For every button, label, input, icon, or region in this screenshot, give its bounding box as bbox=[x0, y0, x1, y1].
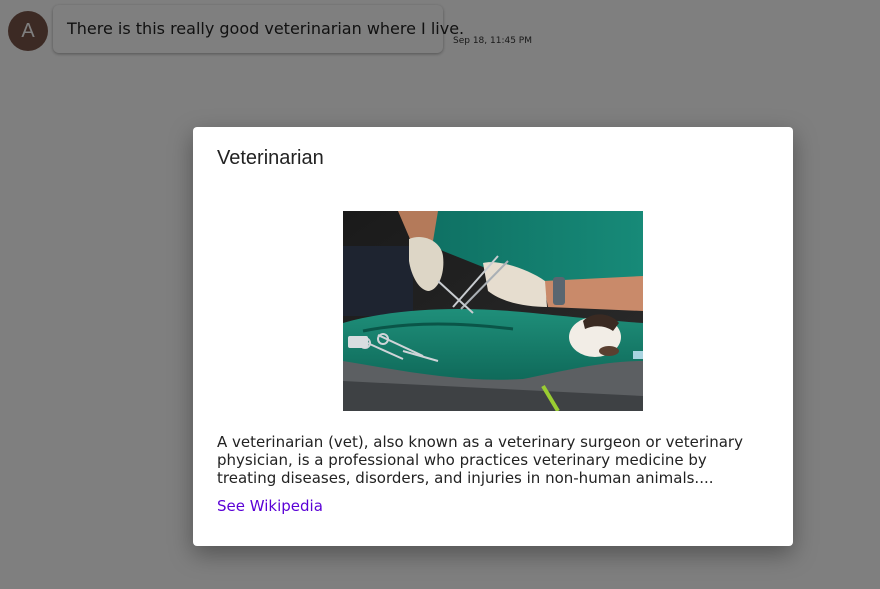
modal-title: Veterinarian bbox=[217, 147, 324, 169]
definition-modal: Veterinarian A veterinarian (vet), also … bbox=[193, 127, 793, 546]
modal-description: A veterinarian (vet), also known as a ve… bbox=[217, 433, 743, 487]
veterinarian-image bbox=[343, 211, 643, 411]
see-wikipedia-link[interactable]: See Wikipedia bbox=[217, 497, 323, 515]
